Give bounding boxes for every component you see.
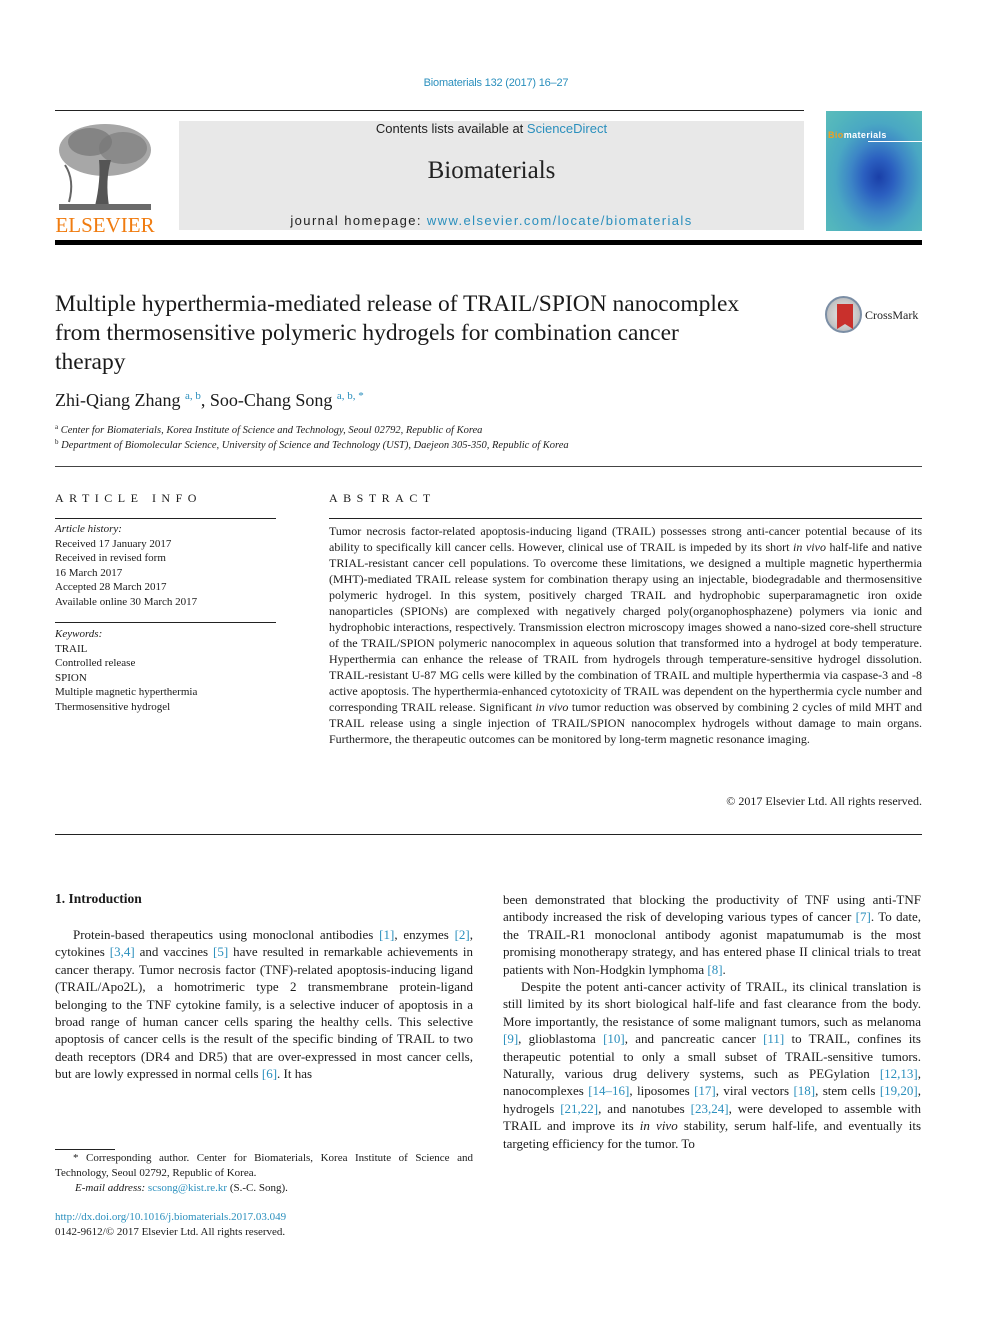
abstract-copyright: © 2017 Elsevier Ltd. All rights reserved… — [726, 794, 922, 808]
reference-link[interactable]: [19,20] — [880, 1083, 918, 1098]
keywords-label: Keywords: — [55, 628, 103, 640]
author-affiliation-marks[interactable]: a, b, * — [337, 390, 364, 402]
doi-link[interactable]: http://dx.doi.org/10.1016/j.biomaterials… — [55, 1211, 286, 1223]
article-history-label: Article history: — [55, 523, 122, 535]
journal-citation-link[interactable]: Biomaterials 132 (2017) 16–27 — [0, 77, 992, 89]
history-item: Available online 30 March 2017 — [55, 595, 198, 608]
reference-link[interactable]: [14–16] — [588, 1083, 629, 1098]
author-name[interactable]: Zhi-Qiang Zhang — [55, 390, 180, 410]
email-line: E-mail address: scsong@kist.re.kr (S.-C.… — [75, 1182, 288, 1194]
text-run: and vaccines — [134, 944, 214, 960]
author-separator: , — [200, 390, 210, 410]
affiliation-b: b Department of Biomolecular Science, Un… — [55, 438, 569, 451]
abstract-bottom-rule — [55, 834, 922, 835]
reference-link[interactable]: [10] — [603, 1031, 625, 1046]
journal-banner: Contents lists available at ScienceDirec… — [179, 121, 804, 230]
text-run: . — [722, 961, 726, 977]
footnote-rule — [55, 1149, 115, 1150]
reference-link[interactable]: [7] — [856, 909, 871, 924]
text-run: Protein-based therapeutics using monoclo… — [73, 927, 380, 942]
text-run: Despite the potent anti-cancer activity … — [503, 979, 921, 1029]
keyword-item: Controlled release — [55, 657, 136, 669]
crossmark-icon — [825, 296, 862, 333]
elsevier-tree-icon — [55, 120, 155, 215]
cover-title: Biomaterials — [828, 130, 887, 140]
reference-link[interactable]: [11] — [763, 1031, 784, 1046]
reference-link[interactable]: [3,4] — [110, 944, 135, 959]
introduction-right-column: been demonstrated that blocking the prod… — [503, 891, 921, 1152]
reference-link[interactable]: [18] — [793, 1083, 815, 1098]
reference-link[interactable]: [17] — [694, 1083, 716, 1098]
italic-text: in vivo — [639, 1118, 678, 1134]
crossmark-ribbon-icon — [837, 304, 853, 329]
email-link[interactable]: scsong@kist.re.kr — [148, 1182, 227, 1194]
keywords: Keywords: TRAIL Controlled release SPION… — [55, 627, 276, 714]
text-run: , viral vectors — [715, 1083, 794, 1099]
reference-link[interactable]: [6] — [262, 1066, 277, 1081]
reference-link[interactable]: [21,22] — [560, 1101, 598, 1116]
corresponding-author-footnote: * Corresponding author. Center for Bioma… — [55, 1151, 473, 1196]
text-run: , and pancreatic cancer — [624, 1031, 764, 1047]
journal-cover-image[interactable]: Biomaterials — [826, 111, 922, 231]
history-item: Received 17 January 2017 — [55, 537, 172, 550]
text-run: have resulted in remarkable achievements… — [55, 944, 473, 1082]
corresponding-author-note: * Corresponding author. Center for Bioma… — [55, 1152, 473, 1179]
reference-link[interactable]: [5] — [213, 944, 228, 959]
abstract-text: Tumor necrosis factor-related apoptosis-… — [329, 524, 922, 746]
contents-prefix: Contents lists available at — [375, 121, 527, 136]
keyword-item: Multiple magnetic hyperthermia — [55, 686, 198, 698]
text-run: . It has — [277, 1066, 313, 1082]
reference-link[interactable]: [2] — [455, 927, 470, 942]
elsevier-wordmark: ELSEVIER — [55, 213, 155, 237]
article-history: Article history: Received 17 January 201… — [55, 522, 276, 609]
author-name[interactable]: Soo-Chang Song — [210, 390, 333, 410]
affiliation-rule — [55, 466, 922, 467]
keywords-rule — [55, 622, 276, 623]
journal-homepage-line: journal homepage: www.elsevier.com/locat… — [179, 213, 804, 228]
article-info-rule — [55, 518, 276, 519]
history-item: Received in revised form — [55, 552, 166, 564]
introduction-paragraph: Protein-based therapeutics using monoclo… — [55, 926, 473, 1083]
email-label: E-mail address: — [75, 1182, 148, 1194]
journal-homepage-link[interactable]: www.elsevier.com/locate/biomaterials — [427, 213, 693, 228]
crossmark-label: CrossMark — [865, 308, 919, 322]
sciencedirect-link[interactable]: ScienceDirect — [527, 121, 607, 136]
reference-link[interactable]: [23,24] — [691, 1101, 729, 1116]
reference-link[interactable]: [8] — [707, 962, 722, 977]
abstract-rule — [329, 518, 922, 519]
affiliation-a: a Center for Biomaterials, Korea Institu… — [55, 423, 483, 436]
text-run: , stem cells — [815, 1083, 880, 1099]
reference-link[interactable]: [12,13] — [880, 1066, 918, 1081]
reference-link[interactable]: [9] — [503, 1031, 518, 1046]
header-bottom-rule — [55, 240, 922, 245]
homepage-prefix: journal homepage: — [290, 213, 427, 228]
reference-link[interactable]: [1] — [379, 927, 394, 942]
text-run: , glioblastoma — [518, 1031, 604, 1047]
keyword-item: SPION — [55, 671, 87, 684]
introduction-paragraph: Despite the potent anti-cancer activity … — [503, 978, 921, 1152]
cover-rule — [868, 141, 922, 142]
issn-copyright: 0142-9612/© 2017 Elsevier Ltd. All right… — [55, 1226, 286, 1238]
article-title: Multiple hyperthermia-mediated release o… — [55, 291, 740, 375]
introduction-heading: 1. Introduction — [55, 891, 142, 906]
crossmark-button[interactable]: CrossMark — [825, 296, 925, 336]
history-item: 16 March 2017 — [55, 566, 123, 579]
elsevier-logo[interactable]: ELSEVIER — [55, 120, 155, 237]
text-run: , enzymes — [394, 927, 455, 942]
keyword-item: Thermosensitive hydrogel — [55, 700, 171, 713]
text-run: , liposomes — [629, 1083, 695, 1099]
author-affiliation-marks[interactable]: a, b — [185, 390, 201, 402]
journal-name: Biomaterials — [427, 157, 556, 184]
header-top-rule — [55, 110, 804, 111]
article-info-heading: ARTICLE INFO — [55, 491, 202, 505]
keyword-item: TRAIL — [55, 642, 88, 655]
author-list: Zhi-Qiang Zhang a, b, Soo-Chang Song a, … — [55, 390, 364, 411]
contents-line: Contents lists available at ScienceDirec… — [179, 121, 804, 136]
history-item: Accepted 28 March 2017 — [55, 581, 167, 593]
abstract-heading: ABSTRACT — [329, 491, 436, 505]
introduction-paragraph: been demonstrated that blocking the prod… — [503, 891, 921, 978]
text-run: , and nanotubes — [598, 1100, 691, 1116]
